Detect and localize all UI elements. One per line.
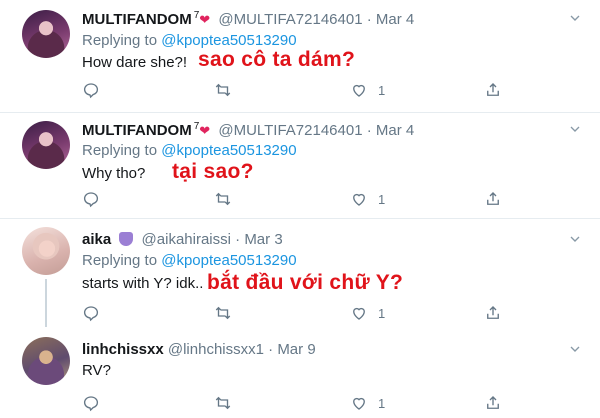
separator-dot: ·: [268, 341, 274, 358]
reply-button[interactable]: [82, 303, 100, 323]
chevron-down-icon[interactable]: [566, 341, 584, 359]
tweet-date[interactable]: Mar 9: [277, 341, 315, 358]
purple-heart-icon: [119, 232, 134, 246]
retweet-button[interactable]: [214, 393, 232, 413]
heart-icon: [353, 307, 365, 320]
replying-to: Replying to @kpoptea50513290: [82, 252, 297, 269]
reply-button[interactable]: [82, 393, 100, 413]
tweet-4[interactable]: linhchissxx @linhchissxx1 · Mar 9 RV? 1: [0, 327, 600, 418]
user-handle[interactable]: @MULTIFA72146401: [218, 122, 362, 139]
retweet-icon: [215, 192, 231, 206]
tweet-date[interactable]: Mar 4: [376, 122, 414, 139]
chevron-down-icon[interactable]: [566, 10, 584, 28]
retweet-button[interactable]: [214, 303, 232, 323]
separator-dot: ·: [366, 122, 372, 139]
heart-icon: [353, 397, 365, 410]
replying-prefix: Replying to: [82, 32, 162, 49]
tweet-text: starts with Y? idk..: [82, 275, 204, 292]
user-handle[interactable]: @MULTIFA72146401: [218, 11, 362, 28]
tweet-text: Why tho?: [82, 165, 146, 182]
display-name[interactable]: aika: [82, 231, 111, 248]
tweet-header: MULTIFANDOM 7❤ @MULTIFA72146401 · Mar 4: [82, 10, 414, 28]
reply-button[interactable]: [82, 80, 100, 100]
reply-icon: [83, 396, 99, 412]
retweet-icon: [215, 306, 231, 320]
heart-icon: [353, 193, 365, 206]
display-name[interactable]: linhchissxx: [82, 341, 164, 358]
replying-prefix: Replying to: [82, 142, 162, 159]
share-button[interactable]: [484, 80, 502, 100]
replying-prefix: Replying to: [82, 252, 162, 269]
like-count: 1: [378, 305, 386, 321]
tweet-1[interactable]: MULTIFANDOM 7❤ @MULTIFA72146401 · Mar 4 R…: [0, 0, 600, 113]
like-button[interactable]: 1: [350, 80, 385, 100]
mention-link[interactable]: @kpoptea50513290: [161, 252, 296, 269]
tweet-header: aika @aikahiraissi · Mar 3: [82, 231, 283, 248]
avatar[interactable]: [22, 121, 70, 169]
share-button[interactable]: [484, 393, 502, 413]
like-button[interactable]: 1: [350, 393, 385, 413]
share-icon: [487, 192, 499, 205]
avatar[interactable]: [22, 227, 70, 275]
tweet-actions: 1: [82, 393, 522, 413]
avatar[interactable]: [22, 337, 70, 385]
tweet-date[interactable]: Mar 4: [376, 11, 414, 28]
retweet-icon: [215, 396, 231, 410]
display-name[interactable]: MULTIFANDOM: [82, 11, 192, 28]
share-button[interactable]: [484, 189, 502, 209]
heart-emoji-icon: ❤: [199, 12, 211, 27]
tweet-header: MULTIFANDOM 7❤ @MULTIFA72146401 · Mar 4: [82, 121, 414, 139]
reply-button[interactable]: [82, 189, 100, 209]
share-icon: [487, 306, 499, 319]
reply-icon: [83, 192, 99, 208]
reply-icon: [83, 83, 99, 99]
tweet-3[interactable]: aika @aikahiraissi · Mar 3 Replying to @…: [0, 219, 600, 339]
like-count: 1: [378, 82, 386, 98]
heart-emoji-icon: ❤: [199, 123, 211, 138]
translation-overlay: tại sao?: [172, 160, 254, 183]
separator-dot: ·: [235, 231, 241, 248]
retweet-button[interactable]: [214, 189, 232, 209]
heart-icon: [353, 84, 365, 97]
tweet-actions: 1: [82, 189, 522, 209]
tweet-header: linhchissxx @linhchissxx1 · Mar 9: [82, 341, 316, 358]
chevron-down-icon[interactable]: [566, 231, 584, 249]
reply-icon: [83, 306, 99, 322]
tweet-actions: 1: [82, 80, 522, 100]
tweet-actions: 1: [82, 303, 522, 323]
mention-link[interactable]: @kpoptea50513290: [161, 32, 296, 49]
replying-to: Replying to @kpoptea50513290: [82, 32, 297, 49]
share-icon: [487, 396, 499, 409]
share-button[interactable]: [484, 303, 502, 323]
mention-link[interactable]: @kpoptea50513290: [161, 142, 296, 159]
display-name[interactable]: MULTIFANDOM: [82, 122, 192, 139]
tweet-text: RV?: [82, 362, 111, 379]
user-handle[interactable]: @aikahiraissi: [142, 231, 231, 248]
chevron-down-icon[interactable]: [566, 121, 584, 139]
separator-dot: ·: [366, 11, 372, 28]
translation-overlay: sao cô ta dám?: [198, 48, 356, 71]
like-count: 1: [378, 395, 386, 411]
avatar[interactable]: [22, 10, 70, 58]
replying-to: Replying to @kpoptea50513290: [82, 142, 297, 159]
retweet-icon: [215, 83, 231, 97]
tweet-date[interactable]: Mar 3: [244, 231, 282, 248]
translation-overlay: bắt đầu với chữ Y?: [207, 271, 404, 294]
share-icon: [487, 83, 499, 96]
user-handle[interactable]: @linhchissxx1: [168, 341, 264, 358]
retweet-button[interactable]: [214, 80, 232, 100]
tweet-2[interactable]: MULTIFANDOM 7❤ @MULTIFA72146401 · Mar 4 R…: [0, 113, 600, 219]
like-button[interactable]: 1: [350, 303, 385, 323]
like-button[interactable]: 1: [350, 189, 385, 209]
like-count: 1: [378, 191, 386, 207]
tweet-text: How dare she?!: [82, 54, 188, 71]
